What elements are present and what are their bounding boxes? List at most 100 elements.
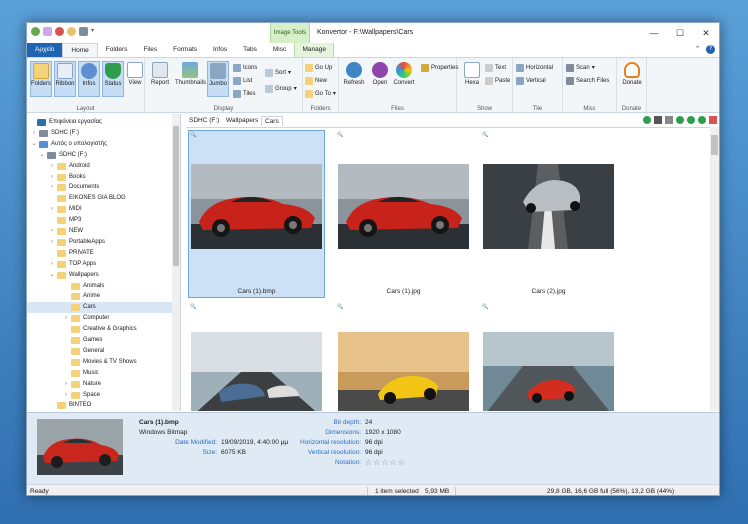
thumbnail-item[interactable]: 🔍 [480,302,617,411]
tiles-button[interactable]: Tiles [233,88,255,99]
zoom-icon[interactable]: 🔍 [482,304,488,310]
jumbo-button[interactable]: Jumbo [207,61,229,97]
qat-dropdown-icon[interactable]: ▾ [91,27,100,36]
thumbnail-item[interactable]: 🔍 Cars (2).jpg [480,130,617,298]
zoom-icon[interactable]: 🔍 [337,132,343,138]
help-icon[interactable]: ? [706,45,715,54]
chevron-right-icon[interactable]: › [49,204,55,215]
back-icon[interactable] [43,27,52,36]
chevron-right-icon[interactable]: › [49,161,55,172]
tree-item[interactable]: Creative & Graphics [27,324,173,335]
tree-item[interactable]: Games [27,335,173,346]
chevron-right-icon[interactable]: › [49,182,55,193]
tree-item[interactable]: › TOP Apps [27,259,173,270]
forward-icon[interactable] [55,27,64,36]
zoom-icon[interactable]: 🔍 [337,304,343,310]
ribbon-button[interactable]: Ribbon [54,61,76,97]
history-icon[interactable] [67,27,76,36]
vertical-button[interactable]: Vertical [516,75,546,86]
tree-item[interactable]: Επιφάνεια εργασίας [27,117,173,128]
go-to-dropdown[interactable]: Go To ▾ [305,88,336,99]
crumb-wallpapers[interactable]: Wallpapers [223,116,261,126]
new-folder-button[interactable]: New [305,75,327,86]
chevron-right-icon[interactable]: › [49,172,55,183]
tab-home[interactable]: Home [62,43,98,57]
sort-dropdown[interactable]: Sort ▾ [265,67,291,78]
donate-button[interactable]: Donate [621,61,643,97]
crumb-cars[interactable]: Cars [261,116,283,126]
tree-item[interactable]: › PortableApps [27,237,173,248]
open-button[interactable]: Open [369,61,391,97]
chevron-right-icon[interactable]: › [49,237,55,248]
thumbnail-item[interactable]: 🔍 [188,302,325,411]
convert-button[interactable]: Convert [393,61,415,97]
zoom-icon[interactable]: 🔍 [190,132,196,138]
close-button[interactable]: ✕ [693,23,719,43]
app-icon[interactable] [31,27,40,36]
tab-files[interactable]: Files [135,43,165,57]
infos-button[interactable]: Infos [78,61,100,97]
next-icon[interactable] [698,116,706,124]
folders-button[interactable]: Folders [30,61,52,97]
tab-infos[interactable]: Infos [205,43,235,57]
zoom-icon[interactable]: 🔍 [482,132,488,138]
chevron-right-icon[interactable]: › [63,390,69,401]
minimize-ribbon-icon[interactable]: ⌃ [693,45,702,54]
paste-button[interactable]: Paste [485,75,510,86]
zoom-icon[interactable]: 🔍 [190,304,196,310]
tree-item[interactable]: Animals [27,281,173,292]
tab-folders[interactable]: Folders [98,43,136,57]
crumb-drive[interactable]: SDHC (F:) [186,116,222,126]
delete-icon[interactable] [709,116,717,124]
properties-button[interactable]: Properties [421,62,458,73]
chevron-right-icon[interactable]: › [31,128,37,139]
maximize-button[interactable]: ☐ [667,23,693,43]
group-dropdown[interactable]: Group ▾ [265,83,297,94]
filter-icon[interactable] [654,116,662,124]
chevron-right-icon[interactable]: › [49,226,55,237]
thumbnail-scroll-thumb[interactable] [711,135,718,155]
chevron-down-icon[interactable]: ⌄ [39,150,45,161]
view-button[interactable]: View [124,61,146,97]
tree-item[interactable]: ⌄ Wallpapers [27,270,173,281]
go-up-button[interactable]: Go Up [305,62,332,73]
report-button[interactable]: Report [149,61,171,97]
settings-icon[interactable] [79,27,88,36]
thumbnail-item[interactable]: 🔍 Cars (1).bmp [188,130,325,298]
horizontal-button[interactable]: Horizontal [516,62,553,73]
thumbnail-item[interactable]: 🔍 Cars (1).jpg [335,130,472,298]
tree-item[interactable]: PRIVATE [27,248,173,259]
tree-item[interactable]: MP3 [27,215,173,226]
tree-item[interactable]: General [27,346,173,357]
chevron-right-icon[interactable]: › [49,259,55,270]
chevron-right-icon[interactable]: › [63,313,69,324]
chevron-right-icon[interactable]: › [63,379,69,390]
tab-manage[interactable]: Manage [294,43,335,57]
refresh-button[interactable]: Refresh [343,61,365,97]
tree-item[interactable]: › Nature [27,379,173,390]
sort-order-icon[interactable] [665,116,673,124]
tree-item[interactable]: Movies & TV Shows [27,357,173,368]
icons-button[interactable]: Icons [233,62,257,73]
list-button[interactable]: List [233,75,252,86]
tree-item[interactable]: Cars [27,302,173,314]
chevron-down-icon[interactable]: ⌄ [49,270,55,281]
tab-misc[interactable]: Misc [265,43,294,57]
text-button[interactable]: Text [485,62,506,73]
minimize-button[interactable]: — [641,23,667,43]
tab-tabs[interactable]: Tabs [235,43,265,57]
up-icon[interactable] [687,116,695,124]
status-button[interactable]: Status [102,61,124,97]
tree-item[interactable]: Music [27,368,173,379]
search-files-button[interactable]: Search Files [566,75,609,86]
tree-item[interactable]: Anime [27,291,173,302]
pin-icon[interactable] [643,116,651,124]
scan-dropdown[interactable]: Scan ▾ [566,62,595,73]
notation-stars[interactable]: ☆☆☆☆☆ [365,458,406,467]
tree-item[interactable]: BINTEO [27,400,173,411]
tree-item[interactable]: ⌄ Αυτός ο υπολογιστής [27,139,173,150]
tree-item[interactable]: ⌄ SDHC (F:) [27,150,173,161]
tree-item[interactable]: › SDHC (F:) [27,128,173,139]
tree-scroll-thumb[interactable] [173,126,179,266]
thumbnail-item[interactable]: 🔍 [335,302,472,411]
